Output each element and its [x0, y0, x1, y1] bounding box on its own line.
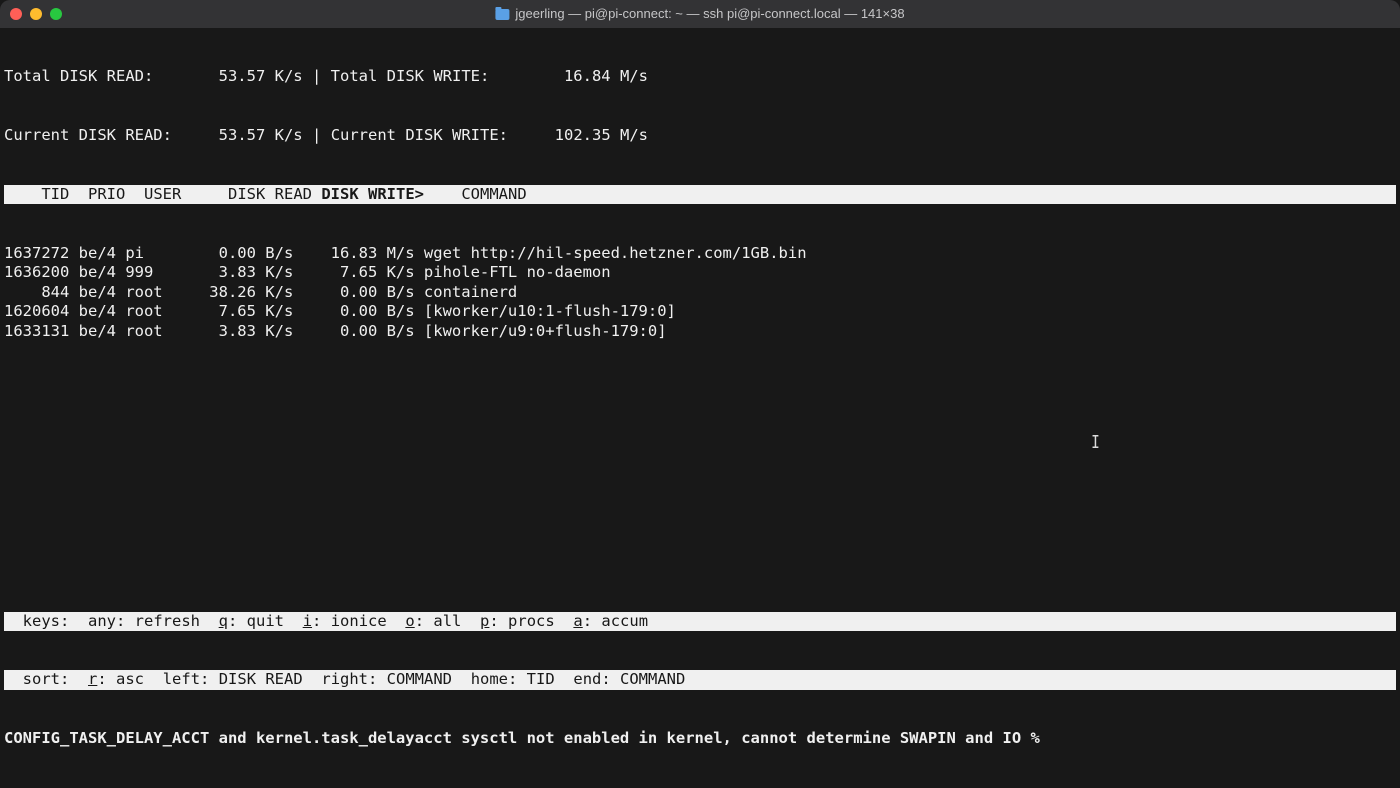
close-button[interactable] — [10, 8, 22, 20]
keys-help-line-2: sort: r: asc left: DISK READ right: COMM… — [4, 670, 1396, 690]
totals-row-1: Total DISK READ: 53.57 K/s | Total DISK … — [4, 67, 1396, 87]
keys-help-line-1: keys: any: refresh q: quit i: ionice o: … — [4, 612, 1396, 632]
warning-line: CONFIG_TASK_DELAY_ACCT and kernel.task_d… — [4, 729, 1396, 749]
sort-column-disk-write[interactable]: DISK WRITE> — [321, 185, 424, 203]
titlebar: jgeerling — pi@pi-connect: ~ — ssh pi@pi… — [0, 0, 1400, 28]
process-row[interactable]: 1637272 be/4 pi 0.00 B/s 16.83 M/s wget … — [4, 244, 1396, 264]
traffic-lights — [10, 8, 62, 20]
process-row[interactable]: 1620604 be/4 root 7.65 K/s 0.00 B/s [kwo… — [4, 302, 1396, 322]
process-row[interactable]: 1636200 be/4 999 3.83 K/s 7.65 K/s pihol… — [4, 263, 1396, 283]
window-title: jgeerling — pi@pi-connect: ~ — ssh pi@pi… — [495, 4, 904, 24]
maximize-button[interactable] — [50, 8, 62, 20]
footer: keys: any: refresh q: quit i: ionice o: … — [4, 572, 1396, 788]
terminal-viewport[interactable]: Total DISK READ: 53.57 K/s | Total DISK … — [0, 28, 1400, 788]
totals-row-2: Current DISK READ: 53.57 K/s | Current D… — [4, 126, 1396, 146]
folder-icon — [495, 9, 509, 20]
process-row[interactable]: 844 be/4 root 38.26 K/s 0.00 B/s contain… — [4, 283, 1396, 303]
window-title-text: jgeerling — pi@pi-connect: ~ — ssh pi@pi… — [515, 4, 904, 24]
column-header[interactable]: TID PRIO USER DISK READ DISK WRITE> COMM… — [4, 185, 1396, 205]
minimize-button[interactable] — [30, 8, 42, 20]
process-row[interactable]: 1633131 be/4 root 3.83 K/s 0.00 B/s [kwo… — [4, 322, 1396, 342]
process-list: 1637272 be/4 pi 0.00 B/s 16.83 M/s wget … — [4, 244, 1396, 342]
text-cursor-icon: I — [1091, 433, 1100, 453]
